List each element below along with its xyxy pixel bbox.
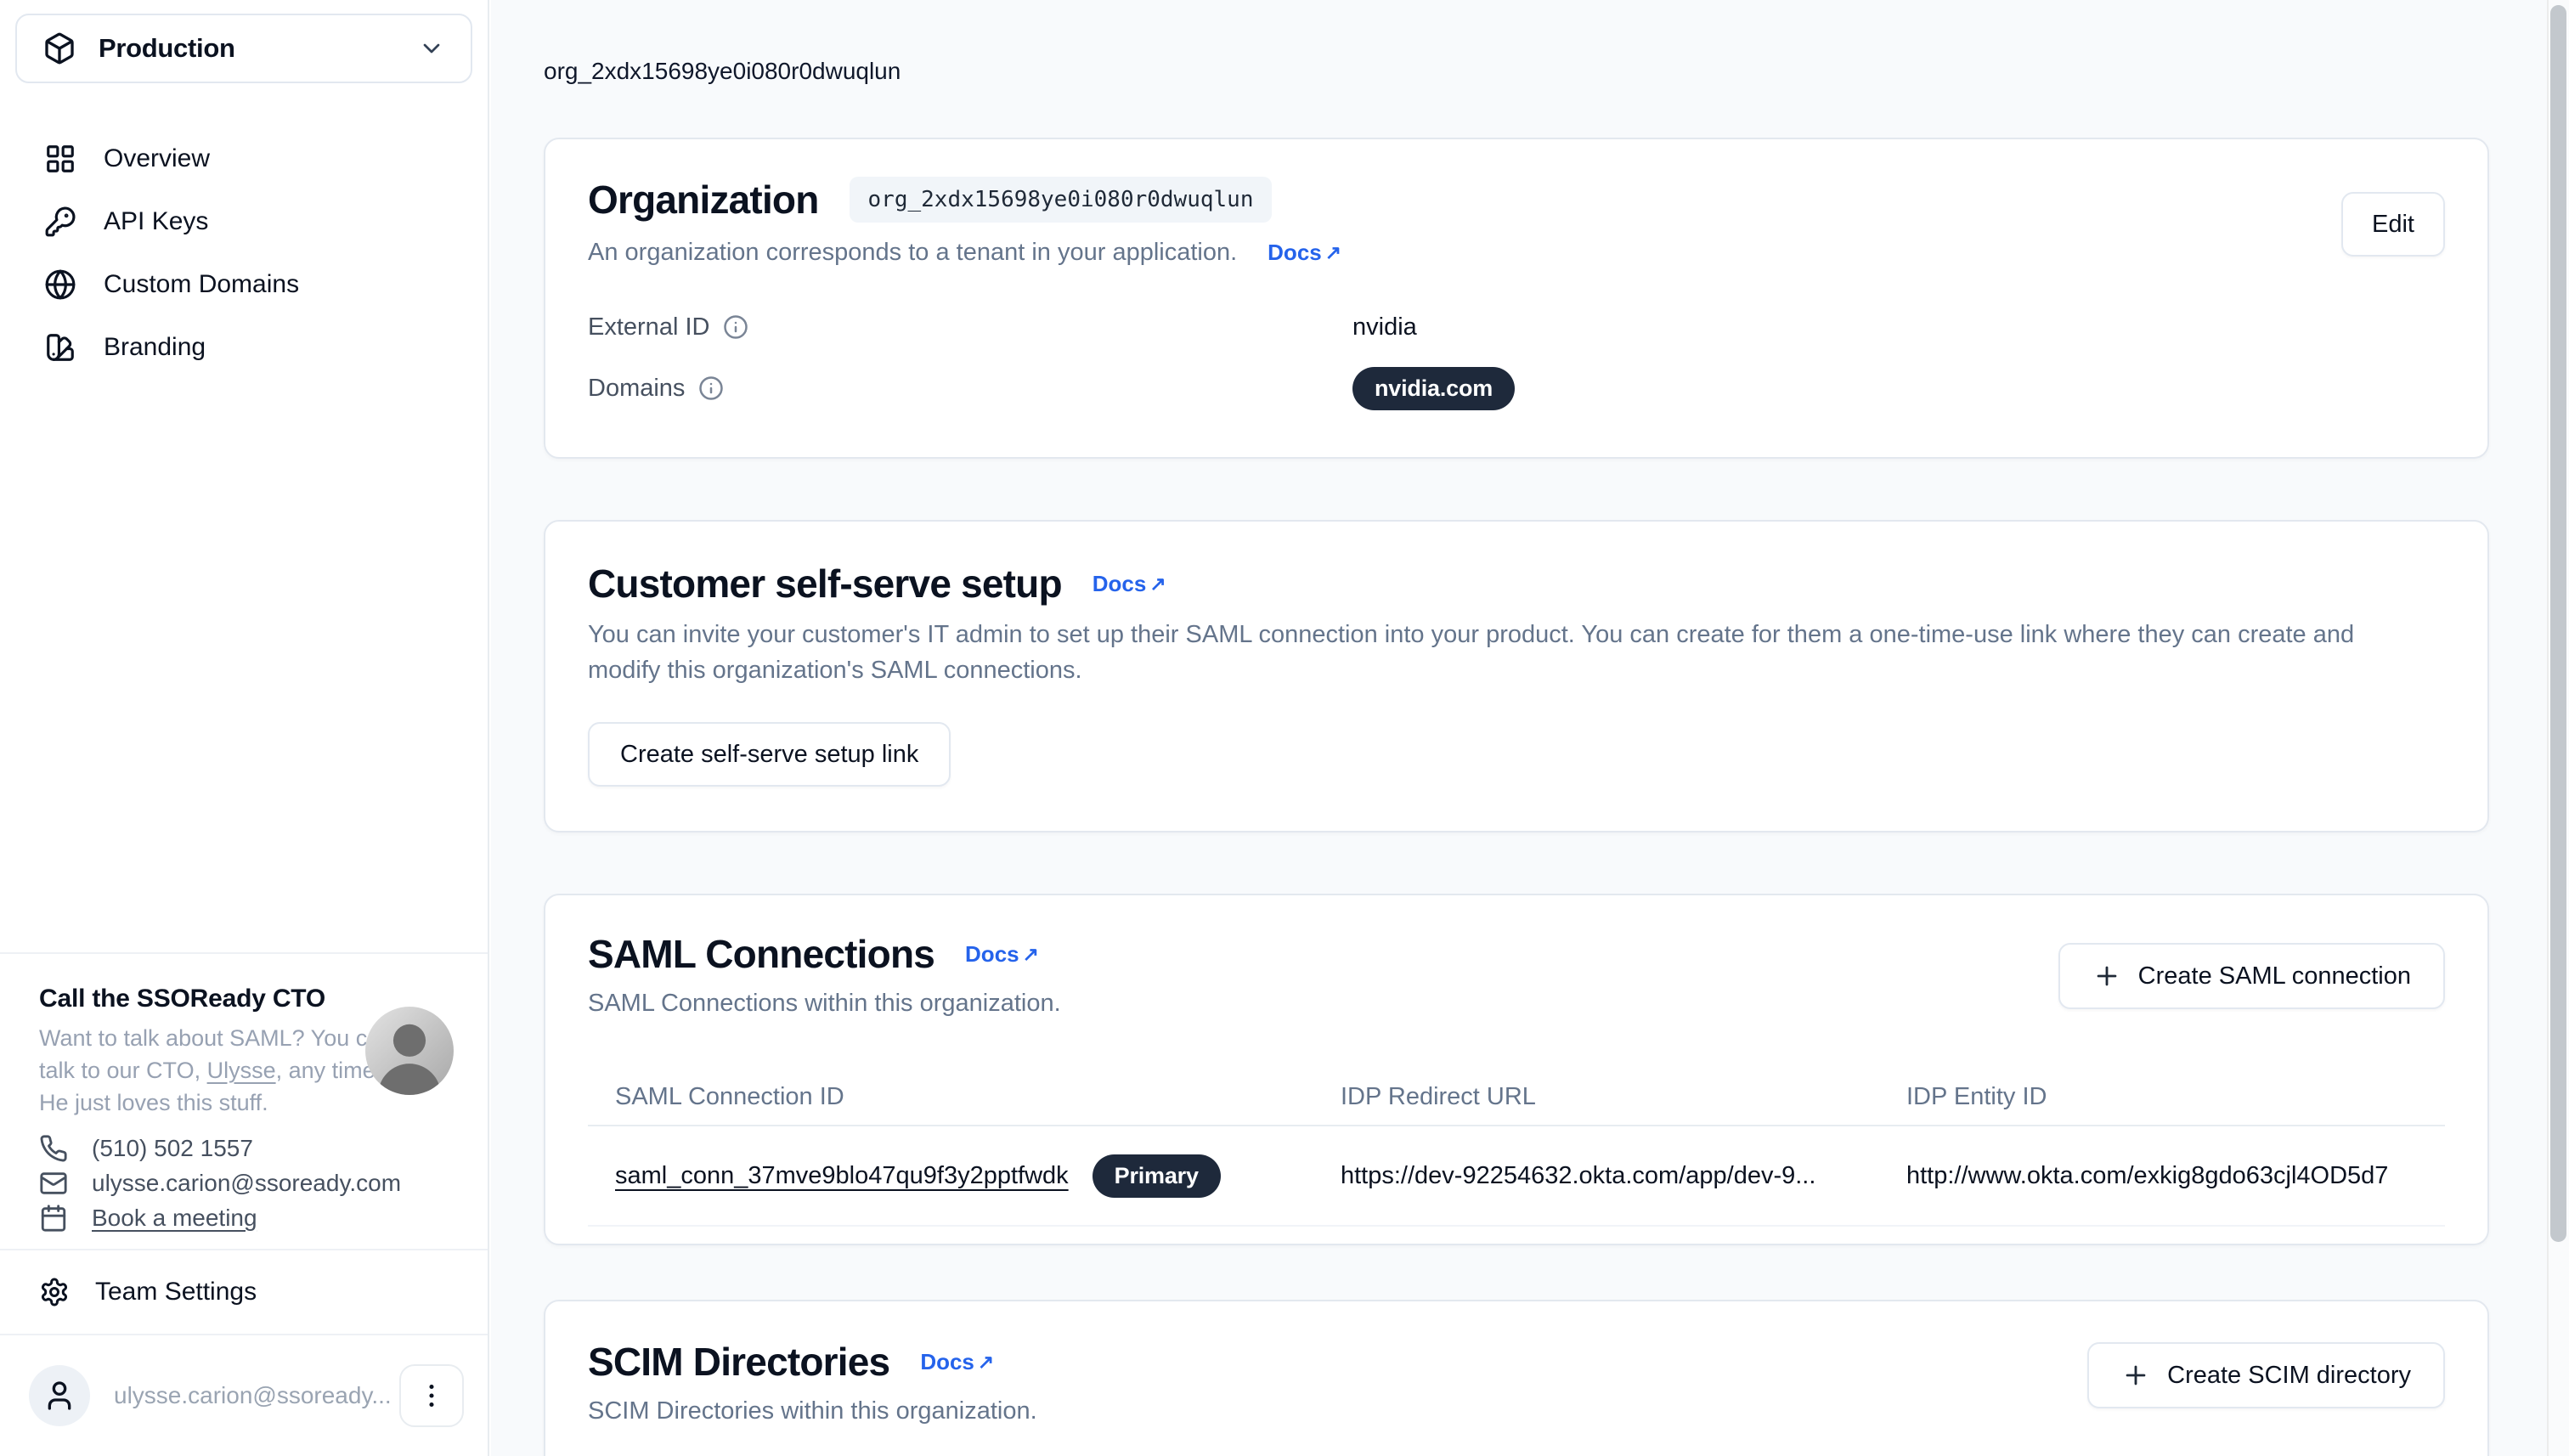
external-link-icon: ↗ — [978, 1351, 994, 1374]
environment-switcher[interactable]: Production — [15, 14, 472, 83]
cto-email-row: ulysse.carion@ssoready.com — [39, 1165, 454, 1200]
domains-row: Domains nvidia.com — [588, 364, 2445, 413]
organization-title: Organization — [588, 177, 819, 223]
table-row: saml_conn_37mve9blo47qu9f3y2pptfwdk Prim… — [588, 1126, 2445, 1227]
table-header-row: SAML Connection ID IDP Redirect URL IDP … — [588, 1069, 2445, 1126]
user-email: ulysse.carion@ssoready... — [114, 1382, 399, 1409]
self-serve-card: Customer self-serve setup Docs↗ You can … — [544, 520, 2489, 832]
cto-photo — [365, 1007, 454, 1095]
mail-icon — [39, 1169, 68, 1198]
idp-redirect-url-value: https://dev-92254632.okta.com/app/dev-9.… — [1341, 1162, 1906, 1190]
environment-label: Production — [99, 33, 396, 64]
cto-book-row: Book a meeting — [39, 1200, 454, 1235]
docs-label: Docs — [920, 1349, 974, 1375]
docs-label: Docs — [1093, 571, 1147, 597]
sidebar-item-label: Overview — [104, 144, 210, 173]
calendar-icon — [39, 1204, 68, 1233]
cto-card-body: Want to talk about SAML? You can talk to… — [39, 1022, 396, 1119]
sidebar-item-overview[interactable]: Overview — [0, 127, 488, 190]
grid-icon — [44, 143, 76, 175]
external-id-value: nvidia — [1352, 313, 2445, 341]
globe-icon — [44, 268, 76, 301]
cto-email[interactable]: ulysse.carion@ssoready.com — [92, 1170, 401, 1197]
cto-phone[interactable]: (510) 502 1557 — [92, 1135, 253, 1162]
saml-connections-card: SAML Connections Docs↗ SAML Connections … — [544, 894, 2489, 1245]
docs-label: Docs — [965, 941, 1019, 968]
organization-fields: External ID nvidia Domains nvidia.com — [588, 302, 2445, 413]
idp-entity-id-value: http://www.okta.com/exkig8gdo63cjl4OD5d7 — [1906, 1162, 2445, 1190]
organization-description: An organization corresponds to a tenant … — [588, 234, 1237, 270]
scim-docs-link[interactable]: Docs↗ — [920, 1349, 994, 1375]
org-id-badge: org_2xdx15698ye0i080r0dwuqlun — [850, 177, 1273, 223]
sidebar-item-team-settings[interactable]: Team Settings — [0, 1250, 488, 1334]
plus-icon — [2121, 1361, 2150, 1390]
sidebar-item-branding[interactable]: Branding — [0, 316, 488, 379]
external-link-icon: ↗ — [1149, 573, 1166, 595]
kebab-icon — [416, 1380, 447, 1411]
breadcrumb: org_2xdx15698ye0i080r0dwuqlun — [544, 56, 2569, 87]
scim-directories-card: SCIM Directories Docs↗ SCIM Directories … — [544, 1300, 2489, 1456]
create-scim-directory-label: Create SCIM directory — [2167, 1362, 2411, 1390]
self-serve-docs-link[interactable]: Docs↗ — [1093, 571, 1166, 597]
ulysse-link[interactable]: Ulysse — [207, 1058, 276, 1083]
main-content: org_2xdx15698ye0i080r0dwuqlun Organizati… — [491, 0, 2569, 1456]
gear-icon — [39, 1277, 70, 1307]
organization-docs-link[interactable]: Docs↗ — [1268, 240, 1341, 266]
user-icon — [42, 1379, 76, 1413]
organization-card: Organization org_2xdx15698ye0i080r0dwuql… — [544, 138, 2489, 459]
swatchbook-icon — [44, 331, 76, 364]
user-menu-button[interactable] — [399, 1364, 464, 1427]
info-icon[interactable] — [723, 314, 748, 340]
edit-button[interactable]: Edit — [2341, 192, 2445, 257]
phone-icon — [39, 1134, 68, 1163]
scrollbar-track — [2547, 0, 2569, 1456]
sidebar-item-label: API Keys — [104, 207, 208, 236]
saml-connections-table: SAML Connection ID IDP Redirect URL IDP … — [588, 1069, 2445, 1227]
plus-icon — [2092, 962, 2121, 990]
box-icon — [42, 31, 76, 65]
saml-connection-link[interactable]: saml_conn_37mve9blo47qu9f3y2pptfwdk — [615, 1162, 1069, 1190]
external-link-icon: ↗ — [1023, 943, 1039, 966]
docs-label: Docs — [1268, 240, 1322, 266]
self-serve-description: You can invite your customer's IT admin … — [588, 617, 2431, 688]
external-id-row: External ID nvidia — [588, 302, 2445, 352]
sidebar: Production Overview API Keys Custom Doma… — [0, 0, 489, 1456]
column-header-idp-redirect-url: IDP Redirect URL — [1341, 1083, 1906, 1111]
sidebar-item-label: Branding — [104, 333, 206, 362]
create-saml-connection-button[interactable]: Create SAML connection — [2058, 943, 2445, 1009]
saml-connections-title: SAML Connections — [588, 931, 934, 977]
primary-badge: Primary — [1093, 1154, 1221, 1198]
external-id-label: External ID — [588, 313, 709, 341]
column-header-idp-entity-id: IDP Entity ID — [1906, 1083, 2445, 1111]
info-icon[interactable] — [698, 375, 724, 401]
cto-phone-row: (510) 502 1557 — [39, 1131, 454, 1165]
avatar — [29, 1365, 90, 1426]
cto-contacts: (510) 502 1557 ulysse.carion@ssoready.co… — [39, 1131, 454, 1235]
create-saml-connection-label: Create SAML connection — [2138, 962, 2411, 990]
book-meeting-link[interactable]: Book a meeting — [92, 1205, 257, 1232]
sidebar-item-label: Custom Domains — [104, 270, 299, 299]
user-account-row: ulysse.carion@ssoready... — [0, 1335, 488, 1456]
domain-badge: nvidia.com — [1352, 367, 1515, 410]
self-serve-title: Customer self-serve setup — [588, 561, 1062, 607]
sidebar-item-custom-domains[interactable]: Custom Domains — [0, 253, 488, 316]
sidebar-nav: Overview API Keys Custom Domains Brandin… — [0, 127, 488, 379]
key-icon — [44, 206, 76, 238]
scrollbar-thumb[interactable] — [2550, 5, 2566, 1242]
cto-contact-card: Call the SSOReady CTO Want to talk about… — [0, 954, 488, 1249]
column-header-connection-id: SAML Connection ID — [588, 1083, 1341, 1111]
sidebar-item-api-keys[interactable]: API Keys — [0, 190, 488, 253]
saml-docs-link[interactable]: Docs↗ — [965, 941, 1039, 968]
chevron-down-icon — [418, 35, 445, 62]
domains-label: Domains — [588, 375, 685, 403]
create-scim-directory-button[interactable]: Create SCIM directory — [2087, 1342, 2445, 1408]
create-self-serve-link-button[interactable]: Create self-serve setup link — [588, 722, 951, 787]
external-link-icon: ↗ — [1325, 241, 1341, 264]
scim-directories-title: SCIM Directories — [588, 1339, 889, 1385]
team-settings-label: Team Settings — [95, 1278, 257, 1306]
